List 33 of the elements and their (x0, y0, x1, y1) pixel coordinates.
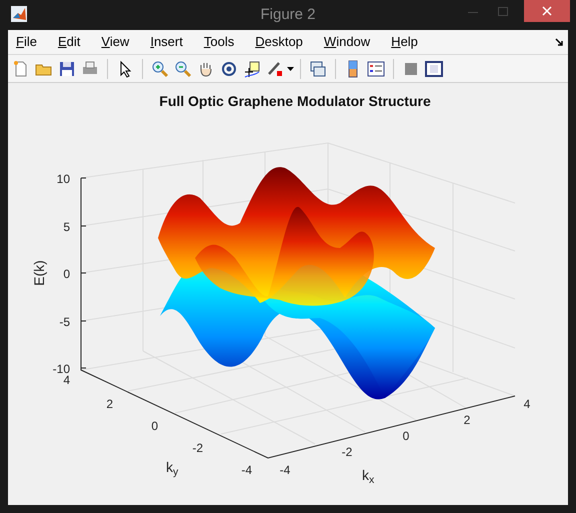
y-axis-label: k$_{y}$ (166, 459, 178, 475)
caret-icon[interactable] (287, 66, 294, 70)
x-tick-label: 4 (524, 397, 530, 411)
menu-item[interactable]: Edit (58, 32, 80, 52)
z-tick-label: -5 (59, 315, 70, 329)
menu-item[interactable]: View (101, 32, 130, 52)
z-tick-label: -10 (52, 362, 70, 376)
menu-item[interactable]: File (16, 32, 37, 52)
close-button[interactable] (524, 0, 570, 22)
x-tick-label: 0 (402, 429, 410, 443)
z-tick-label: 10 (56, 172, 70, 186)
z-tick-label: 5 (63, 220, 70, 234)
menu-item[interactable]: Insert (150, 32, 183, 52)
y-tick-label: 0 (151, 419, 158, 433)
x-tick-label: -2 (342, 445, 352, 459)
x-axis-label: k$_{x}$ (362, 467, 374, 483)
menu-item[interactable]: Desktop (255, 32, 303, 52)
dock-arrow-icon[interactable] (555, 38, 564, 47)
window-title: Figure 2 (260, 4, 316, 25)
menu-item[interactable]: Window (324, 32, 370, 52)
x-tick-label: 2 (464, 413, 470, 427)
x-tick-label: -4 (280, 463, 290, 477)
menu-item[interactable]: Help (391, 32, 418, 52)
close-icon (542, 6, 552, 16)
y-tick-label: -4 (241, 463, 252, 477)
y-tick-label: -2 (192, 441, 203, 455)
z-axis-label: E(k) (31, 260, 47, 286)
z-tick-label: 0 (63, 267, 70, 281)
y-tick-label: 2 (106, 397, 113, 411)
plot-title: Full Optic Graphene Modulator Structure (159, 93, 431, 109)
menu-item[interactable]: Tools (204, 32, 234, 52)
y-tick-label: 4 (63, 373, 70, 387)
app-logo-icon (11, 6, 27, 22)
